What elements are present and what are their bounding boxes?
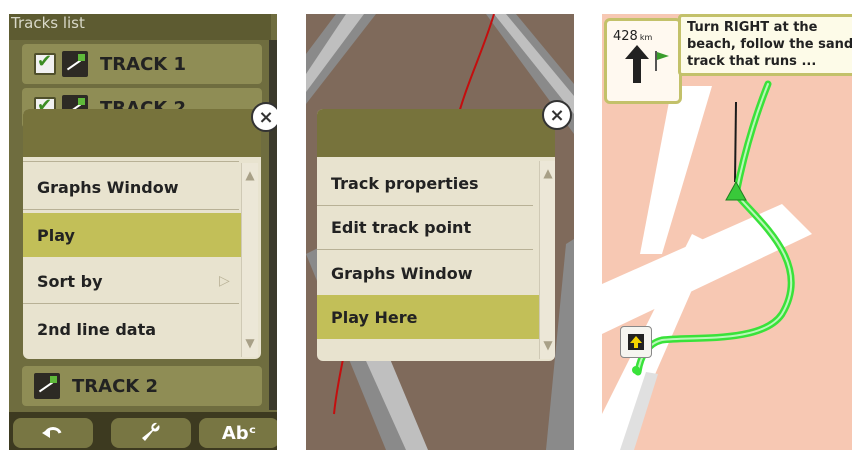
menu-item-2nd-line-data[interactable]: 2nd line data	[23, 307, 247, 351]
track-label: TRACK 2	[72, 375, 159, 397]
distance-unit: km	[639, 33, 653, 42]
close-icon[interactable]: ×	[542, 100, 572, 130]
menu-divider	[23, 209, 239, 210]
flag-icon	[655, 51, 669, 71]
menu-item-sort-by[interactable]: Sort by	[23, 259, 247, 303]
turn-arrow-icon	[625, 45, 649, 83]
track-checkbox[interactable]	[34, 51, 56, 75]
menu-item-edit-track-point[interactable]: Edit track point	[317, 205, 531, 249]
track-row[interactable]: TRACK 1	[22, 44, 262, 84]
text-options-button[interactable]: Abᶜ	[199, 418, 277, 448]
menu-item-graphs-window[interactable]: Graphs Window	[317, 251, 531, 295]
menu-item-track-properties[interactable]: Track properties	[317, 161, 531, 205]
menu-item-graphs-window[interactable]: Graphs Window	[23, 165, 237, 209]
location-marker-icon[interactable]	[620, 326, 652, 358]
track-row[interactable]: TRACK 2	[22, 366, 262, 406]
track-icon	[34, 373, 60, 399]
map-menu-panel: Track properties Edit track point Graphs…	[306, 14, 574, 450]
track-icon	[62, 51, 88, 77]
menu-item-play-here[interactable]: Play Here	[317, 295, 551, 339]
undo-icon	[42, 427, 62, 438]
text-icon: Abᶜ	[221, 422, 257, 444]
context-menu: Track properties Edit track point Graphs…	[317, 109, 555, 361]
distance-value: 428	[613, 29, 638, 44]
settings-button[interactable]	[111, 418, 191, 448]
undo-button[interactable]	[13, 418, 93, 448]
close-icon[interactable]: ×	[251, 102, 277, 132]
menu-item-play[interactable]: Play	[23, 213, 247, 257]
instruction-text: Turn RIGHT at the beach, follow the sand…	[678, 14, 852, 76]
up-arrow-icon	[628, 334, 644, 350]
menu-header	[23, 109, 261, 157]
wrench-icon	[142, 422, 160, 441]
tracks-list-title: Tracks list	[9, 14, 271, 40]
chevron-right-icon: ▷	[219, 273, 230, 289]
route-point	[632, 366, 640, 374]
scroll-up-icon[interactable]: ▲	[242, 167, 258, 183]
scroll-down-icon[interactable]: ▼	[540, 337, 555, 353]
scroll-up-icon[interactable]: ▲	[540, 165, 555, 181]
context-menu: Graphs Window Play Sort by ▷ 2nd line da…	[23, 109, 261, 359]
scroll-down-icon[interactable]: ▼	[242, 335, 258, 351]
tracks-list-panel: Tracks list TRACK 1 TRACK 2 Graphs Windo…	[9, 14, 277, 450]
track-label: TRACK 1	[100, 53, 187, 75]
menu-divider	[23, 161, 239, 162]
distance-readout: 428 km	[613, 29, 652, 44]
menu-header	[317, 109, 555, 157]
tracks-scrollbar[interactable]	[269, 40, 277, 410]
menu-scrollbar[interactable]: ▲ ▼	[241, 163, 258, 357]
menu-scrollbar[interactable]: ▲ ▼	[539, 161, 555, 359]
navigation-map-panel: 428 km Turn RIGHT at the beach, follow th…	[602, 14, 852, 450]
menu-divider	[317, 249, 533, 250]
menu-divider	[23, 303, 239, 304]
distance-panel: 428 km	[604, 18, 682, 104]
